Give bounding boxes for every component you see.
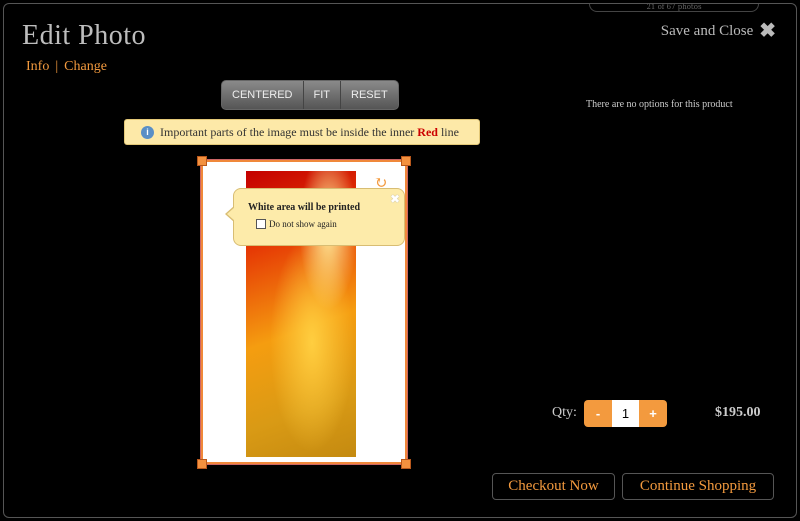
do-not-show-again-checkbox[interactable]: Do not show again (256, 219, 337, 229)
info-link[interactable]: Info (26, 59, 49, 74)
quantity-increase-button[interactable]: + (639, 406, 667, 421)
notice-text-before: Important parts of the image must be ins… (160, 124, 418, 139)
fit-button[interactable]: FIT (304, 81, 342, 109)
save-and-close-label: Save and Close (660, 22, 754, 39)
checkout-now-button[interactable]: Checkout Now (492, 473, 615, 500)
continue-shopping-button[interactable]: Continue Shopping (622, 473, 774, 500)
crop-notice: i Important parts of the image must be i… (124, 119, 480, 145)
page-title: Edit Photo (22, 20, 147, 51)
tooltip-title: White area will be printed (248, 202, 361, 213)
notice-text-after: line (437, 124, 459, 139)
close-icon: ✖ (759, 20, 776, 42)
quantity-input[interactable]: 1 (612, 400, 639, 427)
photo-counter: 21 of 67 photos (589, 4, 759, 12)
notice-red-word: Red (417, 124, 438, 139)
notice-text: Important parts of the image must be ins… (160, 125, 459, 140)
no-options-message: There are no options for this product (586, 99, 733, 110)
quantity-decrease-button[interactable]: - (584, 406, 612, 421)
info-icon: i (141, 125, 154, 139)
resize-handle-top-right[interactable] (401, 156, 411, 166)
tooltip-close-icon[interactable]: ✖ (390, 192, 400, 207)
centered-button[interactable]: CENTERED (222, 81, 304, 109)
quantity-label: Qty: (552, 405, 577, 420)
checkbox-label: Do not show again (269, 219, 337, 229)
resize-handle-top-left[interactable] (197, 156, 207, 166)
subnav: Info | Change (26, 59, 107, 75)
quantity-stepper: - 1 + (584, 400, 667, 427)
save-and-close-button[interactable]: Save and Close ✖ (661, 21, 776, 41)
resize-handle-bottom-right[interactable] (401, 459, 411, 469)
crop-toolbar: CENTERED FIT RESET (221, 80, 399, 110)
resize-handle-bottom-left[interactable] (197, 459, 207, 469)
price: $195.00 (715, 405, 761, 420)
subnav-separator: | (55, 59, 59, 74)
reset-button[interactable]: RESET (341, 81, 398, 109)
white-area-tooltip: White area will be printed ✖ Do not show… (225, 188, 405, 246)
checkbox-box[interactable] (256, 219, 266, 229)
change-link[interactable]: Change (64, 59, 107, 74)
